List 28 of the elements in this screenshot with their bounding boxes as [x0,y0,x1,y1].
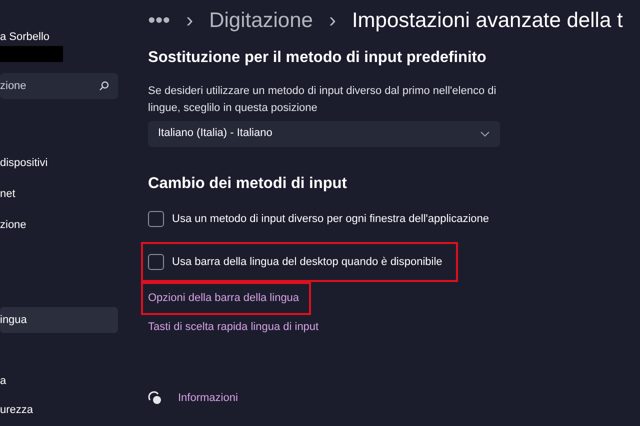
more-button[interactable]: ••• [148,7,170,35]
chevron-down-icon [480,130,490,137]
help-link[interactable]: Informazioni [178,390,238,407]
sidebar-item[interactable]: dispositivi [0,150,118,176]
section-heading: Sostituzione per il metodo di input predefinito [148,49,488,68]
checkbox-label[interactable]: Usa un metodo di input diverso per ogni finestra dell'applicazione [172,211,490,228]
language-dropdown[interactable]: Italiano (Italia) - Italiano [148,120,500,147]
breadcrumb-separator: › [186,8,194,34]
user-name: a Sorbello [0,30,51,44]
breadcrumb-item[interactable]: Digitazione [209,7,313,35]
sidebar-item[interactable]: urezza [0,397,118,423]
help-icon [148,391,162,406]
description-text: Se desideri utilizzare un metodo di input diverso dal primo nell'elenco di lingue, sceglilo in questa posizione [148,84,498,116]
sidebar-item[interactable]: zione [0,212,118,238]
settings-link[interactable]: Tasti di scelta rapida lingua di input [148,318,319,336]
section-heading: Cambio dei metodi di input [148,174,348,194]
settings-link[interactable]: Opzioni della barra della lingua [148,290,300,307]
sidebar-item[interactable]: ingua [0,307,118,333]
sidebar-item[interactable]: a [0,368,118,394]
checkbox[interactable] [148,254,164,270]
breadcrumb-item: Impostazioni avanzate della t [352,8,623,34]
search-field[interactable]: zione [0,73,118,99]
search-icon[interactable] [99,81,109,91]
checkbox-label[interactable]: Usa barra della lingua del desktop quando è disponibile [172,254,442,270]
sidebar-item[interactable]: net [0,181,118,207]
redaction-bar [0,46,63,62]
checkbox[interactable] [148,211,164,228]
breadcrumb-separator: › [328,8,336,34]
